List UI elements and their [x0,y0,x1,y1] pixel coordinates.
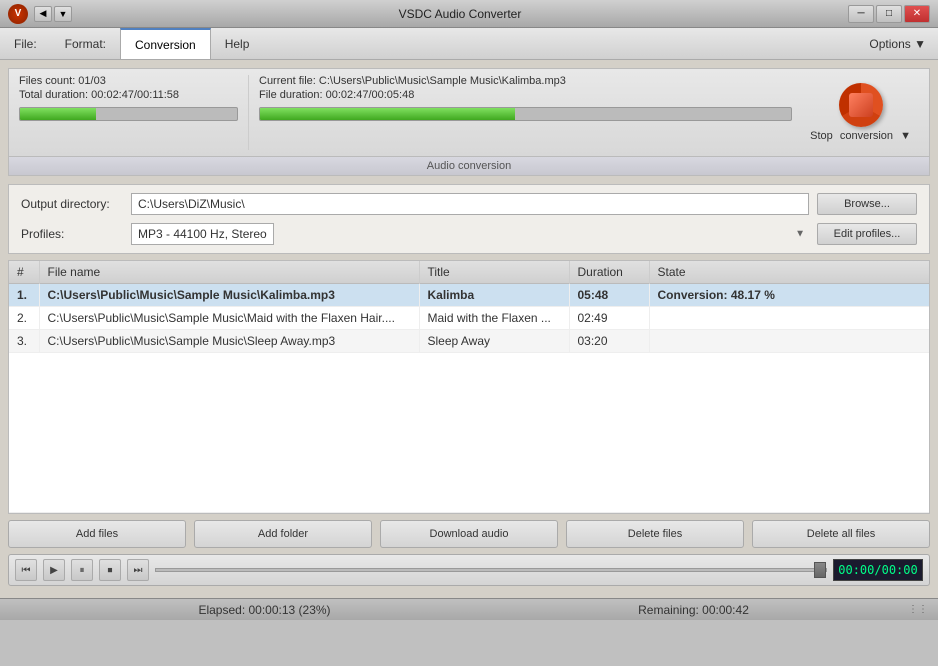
col-header-state: State [649,261,929,284]
seek-bar[interactable] [155,568,827,572]
cell-duration: 02:49 [569,307,649,330]
stop-conversion-button[interactable]: Stop conversion ▼ [806,79,915,146]
form-area: Output directory: Browse... Profiles: MP… [8,184,930,254]
cell-state [649,307,929,330]
col-header-num: # [9,261,39,284]
profiles-select[interactable]: MP3 - 44100 Hz, Stereo [131,223,274,245]
edit-profiles-button[interactable]: Edit profiles... [817,223,917,245]
files-count-label: Files count: 01/03 [19,75,238,87]
app-icon: V [8,4,28,24]
pause-button[interactable]: ⏸ [71,559,93,581]
quick-access: ◀ ▼ [34,6,72,22]
file-progress-bg [259,107,792,121]
profiles-label: Profiles: [21,227,131,241]
minimize-button[interactable]: ─ [848,5,874,23]
audio-conversion-bar: Audio conversion [8,157,930,176]
bottom-buttons: Add files Add folder Download audio Dele… [8,520,930,548]
menu-bar: File: Format: Conversion Help Options ▼ [0,28,938,60]
cell-state [649,330,929,353]
cell-filename: C:\Users\Public\Music\Sample Music\Kalim… [39,284,419,307]
total-progress-fill [20,108,96,120]
profiles-row: Profiles: MP3 - 44100 Hz, Stereo ▼ Edit … [21,223,917,245]
table-row[interactable]: 2. C:\Users\Public\Music\Sample Music\Ma… [9,307,929,330]
playback-bar: ⏮ ▶ ⏸ ⏹ ⏭ 00:00/00:00 [8,554,930,586]
file-duration-label: File duration: 00:02:47/00:05:48 [259,89,792,101]
title-bar-left: V ◀ ▼ [8,4,72,24]
delete-all-files-button[interactable]: Delete all files [752,520,930,548]
total-progress-bg [19,107,238,121]
files-table: # File name Title Duration State 1. C:\U… [9,261,929,513]
output-dir-label: Output directory: [21,197,131,211]
col-header-filename: File name [39,261,419,284]
forward-button[interactable]: ⏭ [127,559,149,581]
cell-duration: 03:20 [569,330,649,353]
window-title: VSDC Audio Converter [399,7,522,21]
file-progress-fill [260,108,515,120]
add-files-button[interactable]: Add files [8,520,186,548]
col-header-duration: Duration [569,261,649,284]
cell-state: Conversion: 48.17 % [649,284,929,307]
rewind-button[interactable]: ⏮ [15,559,37,581]
window-controls: ─ □ ✕ [848,5,930,23]
stop-icon [839,83,883,127]
delete-files-button[interactable]: Delete files [566,520,744,548]
stop-conversion-area[interactable]: Stop conversion ▼ [802,75,919,150]
cell-num: 2. [9,307,39,330]
menu-item-format[interactable]: Format: [51,28,120,59]
table-row[interactable]: 3. C:\Users\Public\Music\Sample Music\Sl… [9,330,929,353]
select-arrow-icon: ▼ [795,229,805,240]
close-button[interactable]: ✕ [904,5,930,23]
stop-button[interactable]: ⏹ [99,559,121,581]
output-dir-input[interactable] [131,193,809,215]
cell-num: 1. [9,284,39,307]
cell-filename: C:\Users\Public\Music\Sample Music\Sleep… [39,330,419,353]
output-dir-row: Output directory: Browse... [21,193,917,215]
maximize-button[interactable]: □ [876,5,902,23]
info-bar: Files count: 01/03 Total duration: 00:02… [8,68,930,157]
table-body: 1. C:\Users\Public\Music\Sample Music\Ka… [9,284,929,513]
remaining-label: Remaining: 00:00:42 [479,603,908,617]
resize-grip[interactable]: ⋮⋮ [908,604,928,615]
browse-button[interactable]: Browse... [817,193,917,215]
cell-duration: 05:48 [569,284,649,307]
table-empty-row [9,353,929,513]
files-table-container: # File name Title Duration State 1. C:\U… [8,260,930,514]
status-bar: Elapsed: 00:00:13 (23%) Remaining: 00:00… [0,598,938,620]
cell-title: Sleep Away [419,330,569,353]
cell-filename: C:\Users\Public\Music\Sample Music\Maid … [39,307,419,330]
time-display: 00:00/00:00 [833,559,923,581]
play-button[interactable]: ▶ [43,559,65,581]
title-bar: V ◀ ▼ VSDC Audio Converter ─ □ ✕ [0,0,938,28]
seek-thumb[interactable] [814,562,826,578]
main-content: Files count: 01/03 Total duration: 00:02… [0,60,938,598]
cell-title: Kalimba [419,284,569,307]
menu-item-conversion[interactable]: Conversion [120,28,211,59]
file-progress-container [259,107,792,121]
menu-item-help[interactable]: Help [211,28,264,59]
col-header-title: Title [419,261,569,284]
elapsed-label: Elapsed: 00:00:13 (23%) [50,603,479,617]
total-duration-label: Total duration: 00:02:47/00:11:58 [19,89,238,101]
table-row[interactable]: 1. C:\Users\Public\Music\Sample Music\Ka… [9,284,929,307]
current-file-label: Current file: C:\Users\Public\Music\Samp… [259,75,792,87]
quick-access-back[interactable]: ◀ [34,6,52,22]
add-folder-button[interactable]: Add folder [194,520,372,548]
info-left: Files count: 01/03 Total duration: 00:02… [19,75,249,150]
menu-item-file[interactable]: File: [0,28,51,59]
cell-title: Maid with the Flaxen ... [419,307,569,330]
quick-access-dropdown[interactable]: ▼ [54,6,72,22]
info-center: Current file: C:\Users\Public\Music\Samp… [249,75,802,150]
cell-num: 3. [9,330,39,353]
profiles-select-wrapper: MP3 - 44100 Hz, Stereo ▼ [131,223,809,245]
stop-label: Stop conversion ▼ [810,130,911,142]
download-audio-button[interactable]: Download audio [380,520,558,548]
options-button[interactable]: Options ▼ [857,33,938,55]
table-header: # File name Title Duration State [9,261,929,284]
total-progress-container [19,107,238,121]
